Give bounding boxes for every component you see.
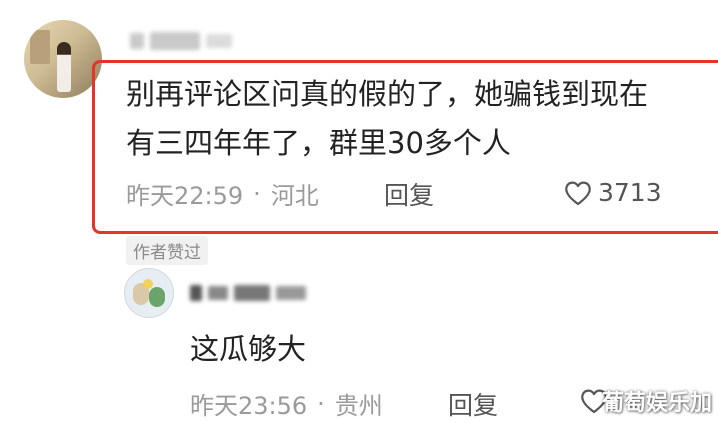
reply-button[interactable]: 回复 — [384, 176, 434, 212]
like-count: 3713 — [598, 178, 662, 207]
meta-separator: · — [317, 389, 325, 418]
heart-icon — [565, 181, 591, 205]
comment-time: 昨天22:59 — [126, 182, 244, 210]
comment-screenshot: 别再评论区问真的假的了，她骗钱到现在 有三四年年了，群里30多个人 昨天22:5… — [0, 0, 718, 423]
username-blurred[interactable] — [130, 30, 270, 52]
comment-meta: 昨天22:59 · 河北 — [126, 176, 319, 211]
reply-button[interactable]: 回复 — [448, 386, 498, 422]
avatar[interactable] — [124, 268, 174, 318]
like-button[interactable]: 3713 — [564, 178, 662, 207]
reply-comment-text: 这瓜够大 — [190, 332, 307, 366]
avatar[interactable] — [24, 20, 102, 98]
author-liked-badge: 作者赞过 — [126, 236, 208, 265]
comment-location: 贵州 — [334, 392, 383, 420]
username-blurred[interactable] — [190, 282, 340, 304]
comment-text: 别再评论区问真的假的了，她骗钱到现在 有三四年年了，群里30多个人 — [126, 77, 649, 160]
meta-separator: · — [253, 179, 261, 208]
reply-comment-meta: 昨天23:56 · 贵州 — [190, 386, 383, 421]
watermark: 葡萄娱乐加 — [601, 391, 712, 416]
comment-location: 河北 — [270, 182, 319, 210]
comment-time: 昨天23:56 — [190, 392, 308, 420]
